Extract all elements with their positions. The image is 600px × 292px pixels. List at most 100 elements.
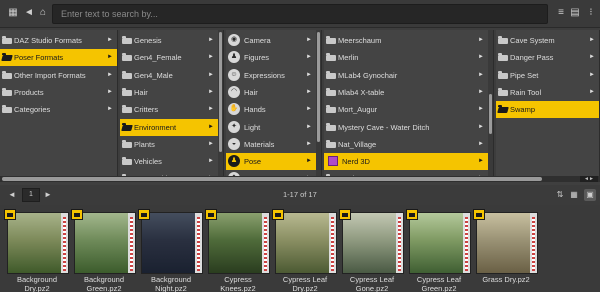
- expand-arrow-icon: ►: [208, 123, 214, 130]
- asset-tile[interactable]: Cypress Leaf Dry.pz2: [272, 209, 338, 292]
- prev-page-button[interactable]: ◄: [6, 189, 18, 201]
- pane-item-label: Hands: [244, 105, 266, 115]
- next-page-button[interactable]: ►: [42, 189, 54, 201]
- pane-item-figures[interactable]: ♟ Figures ►: [226, 49, 321, 66]
- pane-item-label: Swamp: [510, 105, 536, 115]
- scroll-end-icon[interactable]: ◄►: [580, 176, 598, 182]
- horizontal-scrollbar[interactable]: ◄►: [0, 176, 600, 182]
- sort-icon[interactable]: ⇅: [554, 189, 566, 201]
- pane-item-materials[interactable]: ◒ Materials ►: [226, 136, 321, 153]
- asset-tile[interactable]: Cypress Knees.pz2: [205, 209, 271, 292]
- pane-item-label: Categories: [14, 105, 51, 115]
- pane-column-5: Cave System ► Danger Pass ► Pipe Set ► Rain To…: [496, 30, 600, 178]
- pane-item-other-import-formats[interactable]: Other Import Formats ►: [0, 67, 117, 84]
- pane-item-light[interactable]: ✦ Light ►: [226, 119, 321, 136]
- pane-item-products[interactable]: Products ►: [0, 84, 117, 101]
- expand-arrow-icon: ►: [306, 158, 312, 165]
- folder-icon: [326, 122, 336, 131]
- vertical-scrollbar[interactable]: [488, 30, 493, 178]
- expand-arrow-icon: ►: [107, 88, 113, 95]
- vertical-scrollbar[interactable]: [316, 30, 321, 178]
- pager-bar: ◄ 1 ► 1-17 of 17 ⇅ ▦ ▣: [0, 185, 600, 205]
- pane-item-mort-augur[interactable]: Mort_Augur ►: [324, 101, 493, 118]
- large-icon-view-icon[interactable]: ▣: [584, 189, 596, 201]
- pane-item-camera[interactable]: ◉ Camera ►: [226, 32, 321, 49]
- pane-item-merlin[interactable]: Merlin ►: [324, 49, 493, 66]
- pane-item-hair[interactable]: Hair ►: [120, 84, 223, 101]
- pane-item-categories[interactable]: Categories ►: [0, 101, 117, 118]
- thumbnail-strip: [195, 213, 202, 273]
- pane-item-swamp[interactable]: Swamp: [496, 101, 599, 119]
- pane-item-mlab4-x-table[interactable]: Mlab4 X-table ►: [324, 84, 493, 101]
- expand-arrow-icon: ►: [107, 71, 113, 78]
- search-field[interactable]: [52, 4, 548, 24]
- home-icon[interactable]: ⌂: [36, 6, 50, 20]
- pane-item-label: Meerschaum: [338, 36, 382, 45]
- pane-item-genesis[interactable]: Genesis ►: [120, 32, 223, 49]
- pane-item-plants[interactable]: Plants ►: [120, 136, 223, 153]
- thumbnail-strip: [396, 213, 403, 273]
- folder-icon: [326, 105, 336, 114]
- options-icon[interactable]: ⁝: [584, 6, 598, 20]
- pane-item-environment[interactable]: Environment ►: [120, 118, 223, 136]
- list-view-icon[interactable]: ▤: [568, 6, 582, 20]
- pane-item-poser-formats[interactable]: Poser Formats ►: [0, 49, 117, 67]
- pane-item-meerschaum[interactable]: Meerschaum ►: [324, 32, 493, 49]
- pane-item-danger-pass[interactable]: Danger Pass ►: [496, 49, 599, 66]
- expand-arrow-icon: ►: [107, 54, 113, 61]
- asset-tile[interactable]: Cypress Leaf Gone.pz2: [339, 209, 405, 292]
- pane-item-cave-system[interactable]: Cave System ►: [496, 32, 599, 49]
- pane-item-label: Plants: [134, 139, 155, 149]
- scrollbar-thumb[interactable]: [489, 94, 492, 134]
- expand-arrow-icon: ►: [478, 37, 484, 43]
- pane-item-rain-tool[interactable]: Rain Tool ►: [496, 84, 599, 101]
- asset-tile[interactable]: Cypress Leaf Green.pz2: [406, 209, 472, 292]
- expand-arrow-icon: ►: [478, 88, 484, 95]
- scrollbar-thumb[interactable]: [317, 32, 320, 142]
- expand-arrow-icon: ►: [208, 140, 214, 147]
- poser-file-badge-icon: [4, 209, 16, 220]
- pane-item-critters[interactable]: Critters ►: [120, 101, 223, 118]
- pane-item-nat-village[interactable]: Nat_Village ►: [324, 136, 493, 153]
- asset-tile[interactable]: Background Night.pz2: [138, 209, 204, 292]
- folder-icon: [2, 87, 12, 96]
- asset-caption: Grass Dry.pz2: [473, 275, 539, 284]
- result-count: 1-17 of 17: [283, 190, 317, 199]
- pane-item-vehicles[interactable]: Vehicles ►: [120, 153, 223, 170]
- page-number-field[interactable]: 1: [22, 188, 40, 202]
- product-icon: [328, 156, 338, 167]
- search-input[interactable]: [53, 5, 547, 23]
- scrollbar-thumb[interactable]: [219, 32, 222, 152]
- grid-view-icon[interactable]: ▦: [568, 189, 580, 201]
- pane-item-label: Expressions: [244, 70, 285, 80]
- pane-item-expressions[interactable]: ☺ Expressions ►: [226, 67, 321, 84]
- pane-item-gen4-male[interactable]: Gen4_Male ►: [120, 67, 223, 84]
- pane-item-hands[interactable]: ✋ Hands ►: [226, 101, 321, 118]
- pane-item-label: Gen4_Male: [134, 70, 173, 80]
- asset-tile[interactable]: Grass Dry.pz2: [473, 209, 539, 292]
- pane-item-nerd-3d[interactable]: Nerd 3D ►: [324, 153, 493, 171]
- pane-item-hair[interactable]: ◠ Hair ►: [226, 84, 321, 101]
- pane-item-pipe-set[interactable]: Pipe Set ►: [496, 67, 599, 84]
- vertical-scrollbar[interactable]: [218, 30, 223, 178]
- asset-tile[interactable]: Background Green.pz2: [71, 209, 137, 292]
- expand-arrow-icon: ►: [306, 71, 312, 78]
- asset-tile[interactable]: Background Dry.pz2: [4, 209, 70, 292]
- asset-thumbnail-image: [476, 212, 538, 274]
- expand-arrow-icon: ►: [306, 140, 312, 147]
- pane-item-gen4-female[interactable]: Gen4_Female ►: [120, 49, 223, 66]
- scrollbar-thumb[interactable]: [2, 177, 542, 181]
- pane-item-pose[interactable]: ♟ Pose ►: [226, 153, 321, 171]
- pane-item-mystery-cave-water-ditch[interactable]: Mystery Cave - Water Ditch ►: [324, 119, 493, 136]
- pane-item-label: Poser Formats: [14, 53, 64, 63]
- pane-column-3: ◉ Camera ► ♟ Figures ► ☺ Expressions ► ◠ Hair ► ✋ Han…: [226, 30, 322, 178]
- pane-item-daz-studio-formats[interactable]: DAZ Studio Formats ►: [0, 32, 117, 49]
- back-icon[interactable]: ◄: [22, 6, 36, 20]
- toolbar: ▦ ◄ ⌂ ≡ ▤ ⁝: [0, 0, 600, 28]
- poser-file-badge-icon: [339, 209, 351, 220]
- grid-icon[interactable]: ▦: [6, 6, 20, 20]
- pane-item-mlab4-gynochair[interactable]: MLab4 Gynochair ►: [324, 67, 493, 84]
- menu-icon[interactable]: ≡: [554, 6, 568, 20]
- folder-icon: [2, 105, 12, 114]
- expand-arrow-icon: ►: [306, 37, 312, 43]
